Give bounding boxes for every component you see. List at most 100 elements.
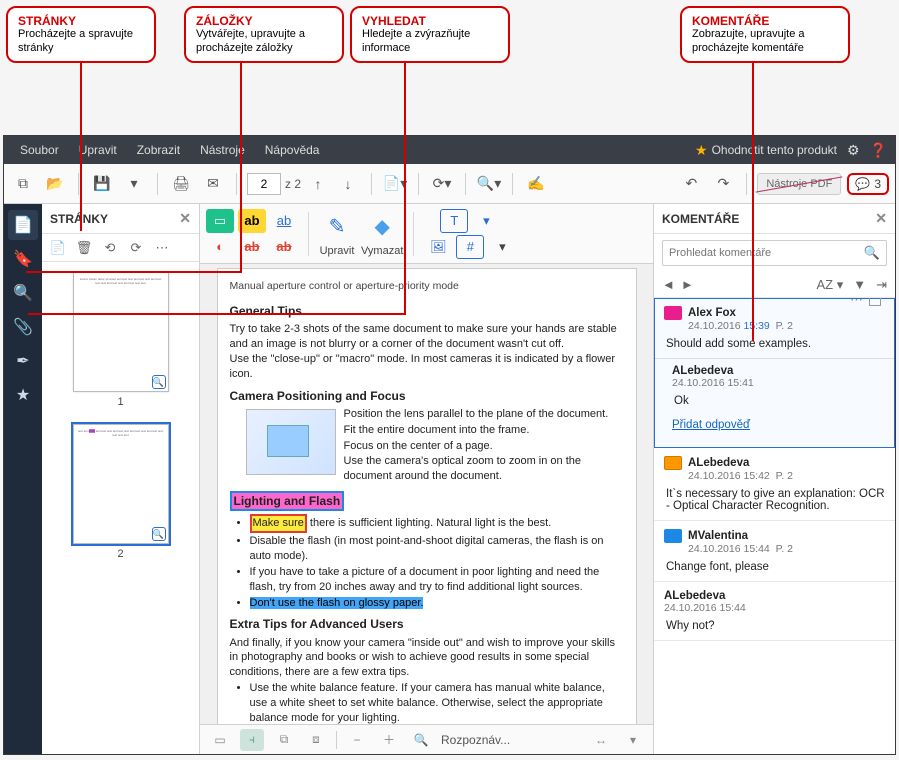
view-single-icon[interactable]: ▭: [208, 729, 232, 751]
view-two-cont-icon[interactable]: ⧈: [304, 729, 328, 751]
page-number-input[interactable]: [247, 173, 281, 195]
page-thumb[interactable]: Lorem ipsum dolor sit amet text text tex…: [73, 272, 169, 408]
comment-list[interactable]: Alex Fox ⋯ 24.10.2016 15:39 P. 2 Should …: [654, 298, 895, 754]
recognize-label[interactable]: Rozpoznáv...: [441, 733, 510, 747]
comments-tools: ◄ ► AZ ▾ ▼ ⇥: [654, 272, 895, 298]
underline-tool-icon[interactable]: ab: [270, 209, 298, 233]
note-tool-icon[interactable]: ▭: [206, 209, 234, 233]
callout-lead-search-v: [404, 63, 406, 315]
zoom-out-icon[interactable]: −: [345, 729, 369, 751]
menu-edit[interactable]: Upravit: [71, 139, 125, 161]
strikeout-tool-icon[interactable]: ab: [270, 235, 298, 259]
page-up-icon[interactable]: ↑: [305, 171, 331, 197]
comment-body: Should add some examples.: [666, 338, 885, 350]
pages-rotate-right-icon[interactable]: ⟳: [126, 238, 146, 258]
reply-meta: 24.10.2016 15:41: [672, 377, 885, 389]
comment-item[interactable]: Alex Fox ⋯ 24.10.2016 15:39 P. 2 Should …: [654, 298, 895, 448]
next-comment-icon[interactable]: ►: [681, 277, 694, 292]
comment-item[interactable]: MValentina 24.10.2016 15:44 P. 2 Change …: [654, 521, 895, 582]
sort-button[interactable]: AZ ▾: [816, 277, 843, 293]
rail-bookmarks-icon[interactable]: 🔖: [8, 244, 38, 274]
pages-rotate-left-icon[interactable]: ⟲: [100, 238, 120, 258]
pages-add-icon[interactable]: 📄: [48, 238, 68, 258]
callout-search: VYHLEDAT Hledejte a zvýrazňujte informac…: [350, 6, 510, 63]
document-viewport[interactable]: Manual aperture control or aperture-prio…: [200, 264, 653, 724]
add-reply-link[interactable]: Přidat odpověď: [654, 415, 895, 439]
comments-panel-close-icon[interactable]: ✕: [875, 210, 887, 227]
comments-search-input[interactable]: [669, 247, 864, 259]
filter-icon[interactable]: ▼: [853, 277, 866, 293]
collapse-icon[interactable]: ⇥: [876, 277, 887, 293]
rotate-icon[interactable]: ⟳▾: [429, 171, 455, 197]
insert-mark-icon[interactable]: ◐: [206, 235, 234, 259]
zoom-in-icon[interactable]: ＋: [377, 729, 401, 751]
sep: [236, 173, 237, 195]
comment-author: ALebedeva: [688, 457, 749, 469]
stamp-tool-icon[interactable]: ▾: [472, 209, 500, 233]
menu-file[interactable]: Soubor: [12, 139, 67, 161]
link-tool-icon[interactable]: #: [456, 235, 484, 259]
print-icon[interactable]: 🖨: [168, 171, 194, 197]
search-icon[interactable]: 🔍: [864, 245, 880, 261]
sign-icon[interactable]: ✍: [523, 171, 549, 197]
menu-tools[interactable]: Nástroje: [192, 139, 253, 161]
zoom-fit-icon[interactable]: 🔍: [409, 729, 433, 751]
comments-icon: 💬: [855, 177, 870, 191]
comment-item[interactable]: ALebedeva 24.10.2016 15:44 Why not?: [654, 582, 895, 641]
mail-icon[interactable]: ✉: [200, 171, 226, 197]
strike-yellow-icon[interactable]: ab: [238, 235, 266, 259]
pages-delete-icon[interactable]: 🗑: [74, 238, 94, 258]
page-thumb[interactable]: text text hl hl text text text text text…: [73, 424, 169, 560]
erase-label: Vymazat: [361, 245, 403, 257]
doc-highlight: Don't use the flash on glossy paper.: [250, 597, 424, 609]
comment-swatch-icon: [664, 306, 682, 320]
highlight-tool-icon[interactable]: ab: [238, 209, 266, 233]
comments-toggle-button[interactable]: 💬 3: [847, 173, 889, 195]
options-dropdown-icon[interactable]: ▾: [621, 729, 645, 751]
rail-signatures-icon[interactable]: ✒: [8, 346, 38, 376]
doc-text: Manual aperture control or aperture-prio…: [230, 279, 624, 297]
menu-help[interactable]: Nápověda: [257, 139, 328, 161]
comment-resolve-checkbox[interactable]: [869, 298, 881, 306]
pdf-tools-button[interactable]: Nástroje PDF: [757, 173, 841, 195]
rail-favorites-icon[interactable]: ★: [8, 380, 38, 410]
redo-icon[interactable]: ↷: [710, 171, 736, 197]
comments-panel-title: KOMENTÁŘE: [662, 212, 739, 226]
comment-menu-icon[interactable]: ⋯: [850, 298, 863, 308]
pages-panel-header: STRÁNKY ✕: [42, 204, 199, 234]
prev-comment-icon[interactable]: ◄: [662, 277, 675, 292]
open-icon[interactable]: 📂: [42, 171, 68, 197]
callout-search-title: VYHLEDAT: [362, 14, 498, 28]
view-two-icon[interactable]: ⧉: [272, 729, 296, 751]
settings-icon[interactable]: ⚙: [847, 142, 860, 159]
new-doc-icon[interactable]: ⧉: [10, 171, 36, 197]
more-tools-icon[interactable]: ▾: [488, 235, 516, 259]
comments-search-box[interactable]: 🔍: [662, 240, 887, 266]
rail-attachments-icon[interactable]: 📎: [8, 312, 38, 342]
edit-text-icon[interactable]: ✎: [319, 211, 355, 243]
comment-page: P. 2: [776, 470, 793, 482]
comment-item[interactable]: ALebedeva 24.10.2016 15:42 P. 2 It`s nec…: [654, 448, 895, 521]
rail-pages-icon[interactable]: 📄: [8, 210, 38, 240]
edit-label: Upravit: [320, 245, 355, 257]
textbox-tool-icon[interactable]: T: [440, 209, 468, 233]
menu-view[interactable]: Zobrazit: [129, 139, 188, 161]
ocr-page-icon[interactable]: 🔍▾: [476, 171, 502, 197]
eraser-icon[interactable]: ◆: [364, 211, 400, 243]
pages-panel-close-icon[interactable]: ✕: [179, 210, 191, 227]
view-continuous-icon[interactable]: ⫞: [240, 729, 264, 751]
rate-product-link[interactable]: ★ Ohodnotit tento produkt: [695, 142, 837, 159]
help-icon[interactable]: ❓: [870, 142, 887, 159]
rail-search-icon[interactable]: 🔍: [8, 278, 38, 308]
page-down-icon[interactable]: ↓: [335, 171, 361, 197]
sep: [512, 173, 513, 195]
pages-more-icon[interactable]: ⋯: [152, 238, 172, 258]
doc-heading: Extra Tips for Advanced Users: [230, 616, 624, 632]
comment-date: 24.10.2016: [688, 543, 741, 555]
image-tool-icon[interactable]: 🖼: [424, 235, 452, 259]
save-icon[interactable]: 💾: [89, 171, 115, 197]
save-dropdown-icon[interactable]: ▾: [121, 171, 147, 197]
comment-time: 15:42: [743, 470, 769, 482]
undo-icon[interactable]: ↶: [678, 171, 704, 197]
fit-width-icon[interactable]: ↔: [589, 729, 613, 751]
